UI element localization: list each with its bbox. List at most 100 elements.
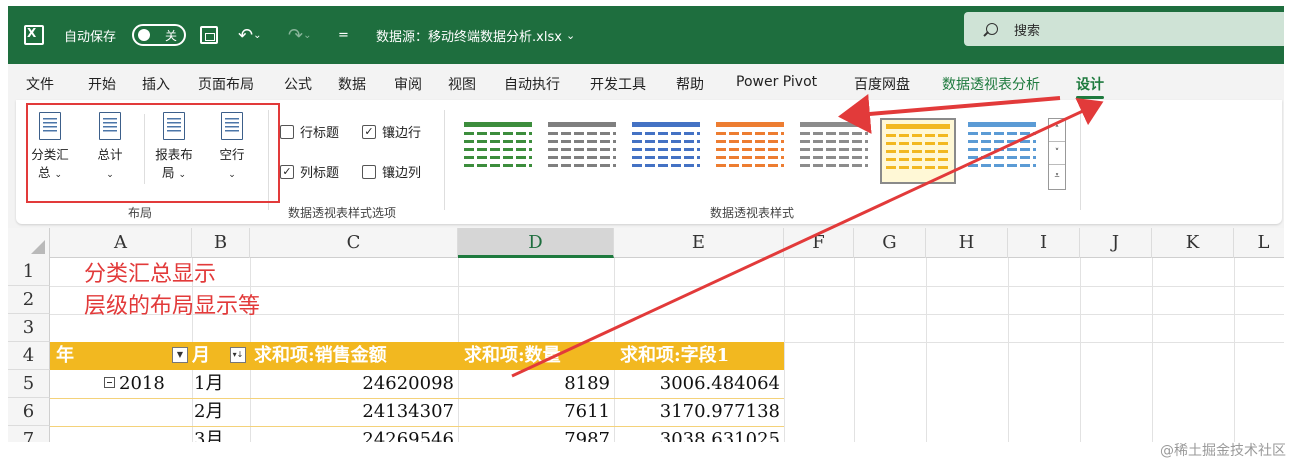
spreadsheet-grid: A B C D E F G H I J K L 1 2 3 4 5 6 7 分类… — [8, 228, 1284, 442]
undo-icon[interactable]: ↶ ⌄ — [238, 6, 261, 64]
row-header[interactable]: 5 — [8, 370, 50, 398]
watermark: @稀土掘金技术社区 — [1160, 443, 1286, 459]
separator — [1080, 110, 1081, 210]
pivot-qty-cell[interactable]: 8189 — [464, 371, 610, 397]
pivot-header-year: 年 — [56, 345, 74, 366]
pivot-month-cell[interactable]: 2月 — [194, 399, 223, 425]
banded-rows-label: 镶边行 — [382, 126, 422, 141]
banded-rows-option[interactable]: ✓ 镶边行 — [362, 122, 421, 141]
pivot-style-thumb[interactable] — [964, 118, 1040, 184]
tab-home[interactable]: 开始 — [88, 74, 116, 94]
row-headers-label: 行标题 — [300, 126, 340, 141]
row-header[interactable]: 6 — [8, 398, 50, 426]
column-header-selected[interactable]: D — [458, 228, 614, 258]
autosave-toggle-state: 关 — [132, 24, 186, 46]
tab-developer[interactable]: 开发工具 — [590, 74, 646, 94]
column-header[interactable]: H — [926, 228, 1008, 258]
row-headers-option[interactable]: 行标题 — [280, 122, 339, 141]
gallery-scroll-up-icon[interactable]: ˄ — [1049, 119, 1065, 142]
pivot-header-sales[interactable]: 求和项:销售金额 — [254, 342, 387, 370]
tab-file[interactable]: 文件 — [26, 74, 54, 94]
banded-rows-checkbox[interactable]: ✓ — [362, 124, 376, 139]
pivot-year-cell[interactable]: 2018 — [104, 371, 165, 397]
pivot-style-gallery — [456, 116, 1048, 190]
row-header[interactable]: 7 — [8, 426, 50, 442]
pivot-header-field1[interactable]: 求和项:字段1 — [620, 342, 729, 370]
column-header[interactable]: E — [614, 228, 784, 258]
column-header[interactable]: J — [1080, 228, 1152, 258]
gallery-more-icon[interactable]: ⩡ — [1049, 165, 1065, 188]
tab-automate[interactable]: 自动执行 — [504, 74, 560, 94]
column-header[interactable]: A — [50, 228, 192, 258]
pivot-style-thumb[interactable] — [712, 118, 788, 184]
layout-group-label: 布局 — [128, 206, 153, 220]
column-header[interactable]: G — [854, 228, 926, 258]
chevron-down-icon: ⌄ — [566, 28, 576, 42]
tab-pivottable-analyze[interactable]: 数据透视表分析 — [942, 74, 1040, 94]
pivot-sales-cell[interactable]: 24134307 — [258, 399, 454, 425]
search-placeholder: 搜索 — [1014, 23, 1041, 39]
column-headers-checkbox[interactable]: ✓ — [280, 164, 294, 179]
save-icon[interactable] — [200, 6, 218, 64]
column-header[interactable]: F — [784, 228, 854, 258]
tab-view[interactable]: 视图 — [448, 74, 476, 94]
pivot-style-thumb[interactable] — [544, 118, 620, 184]
tab-page-layout[interactable]: 页面布局 — [198, 74, 254, 94]
annotation-line-2: 层级的布局显示等 — [84, 294, 261, 319]
pivot-header-qty[interactable]: 求和项:数量 — [464, 342, 561, 370]
year-filter-dropdown-icon[interactable]: ▼ — [172, 347, 188, 363]
select-all-corner[interactable] — [8, 228, 50, 258]
pivot-sales-cell[interactable]: 24269546 — [258, 427, 454, 442]
tab-insert[interactable]: 插入 — [142, 74, 170, 94]
pivot-month-cell[interactable]: 1月 — [194, 371, 223, 397]
styles-group-label-text: 数据透视表样式 — [710, 206, 795, 220]
tab-review[interactable]: 审阅 — [394, 74, 422, 94]
pivot-qty-cell[interactable]: 7611 — [464, 399, 610, 425]
pivot-style-thumb[interactable] — [796, 118, 872, 184]
row-header[interactable]: 4 — [8, 342, 50, 370]
gallery-scroll: ˄ ˅ ⩡ — [1048, 118, 1066, 190]
tab-baidu-netdisk[interactable]: 百度网盘 — [854, 74, 910, 94]
gridline — [1008, 258, 1009, 442]
pivot-field1-cell[interactable]: 3038.631025 — [620, 427, 780, 442]
gallery-scroll-down-icon[interactable]: ˅ — [1049, 142, 1065, 165]
customize-qat-button[interactable]: = — [338, 6, 349, 64]
banded-columns-checkbox[interactable] — [362, 164, 376, 179]
column-header[interactable]: C — [250, 228, 458, 258]
row-headers-checkbox[interactable] — [280, 124, 294, 139]
tab-design[interactable]: 设计 — [1076, 74, 1104, 99]
pivot-sales-cell[interactable]: 24620098 — [258, 371, 454, 397]
column-header[interactable]: K — [1152, 228, 1234, 258]
pivot-style-thumb-selected[interactable] — [880, 118, 956, 184]
pivot-year-value: 2018 — [119, 373, 165, 394]
autosave-label: 自动保存 — [64, 29, 117, 45]
pivot-style-thumb[interactable] — [460, 118, 536, 184]
document-title[interactable]: 数据源：移动终端数据分析.xlsx ⌄ — [376, 6, 575, 64]
column-header[interactable]: B — [192, 228, 250, 258]
tab-formulas[interactable]: 公式 — [284, 74, 312, 94]
pivot-field1-cell[interactable]: 3170.977138 — [620, 399, 780, 425]
pivot-qty-cell[interactable]: 7987 — [464, 427, 610, 442]
autosave-toggle[interactable]: 关 — [132, 6, 186, 64]
tab-power-pivot[interactable]: Power Pivot — [736, 74, 817, 90]
row-header[interactable]: 1 — [8, 258, 50, 286]
search-box[interactable]: 搜索 — [964, 12, 1284, 46]
column-headers-option[interactable]: ✓ 列标题 — [280, 162, 339, 181]
pivot-month-cell[interactable]: 3月 — [194, 427, 223, 442]
row-header[interactable]: 2 — [8, 286, 50, 314]
excel-logo-icon — [20, 6, 48, 64]
banded-columns-option[interactable]: 镶边列 — [362, 162, 421, 181]
document-title-text: 数据源：移动终端数据分析.xlsx — [376, 29, 562, 45]
column-header[interactable]: L — [1234, 228, 1284, 258]
gridline — [854, 258, 855, 442]
redo-icon[interactable]: ↷ ⌄ — [288, 6, 311, 64]
column-header[interactable]: I — [1008, 228, 1080, 258]
gridline — [1080, 258, 1081, 442]
month-filter-sort-icon[interactable]: ▾↓ — [230, 347, 246, 363]
row-header[interactable]: 3 — [8, 314, 50, 342]
collapse-icon[interactable] — [104, 377, 115, 388]
pivot-style-thumb[interactable] — [628, 118, 704, 184]
tab-help[interactable]: 帮助 — [676, 74, 704, 94]
pivot-field1-cell[interactable]: 3006.484064 — [620, 371, 780, 397]
tab-data[interactable]: 数据 — [338, 74, 366, 94]
